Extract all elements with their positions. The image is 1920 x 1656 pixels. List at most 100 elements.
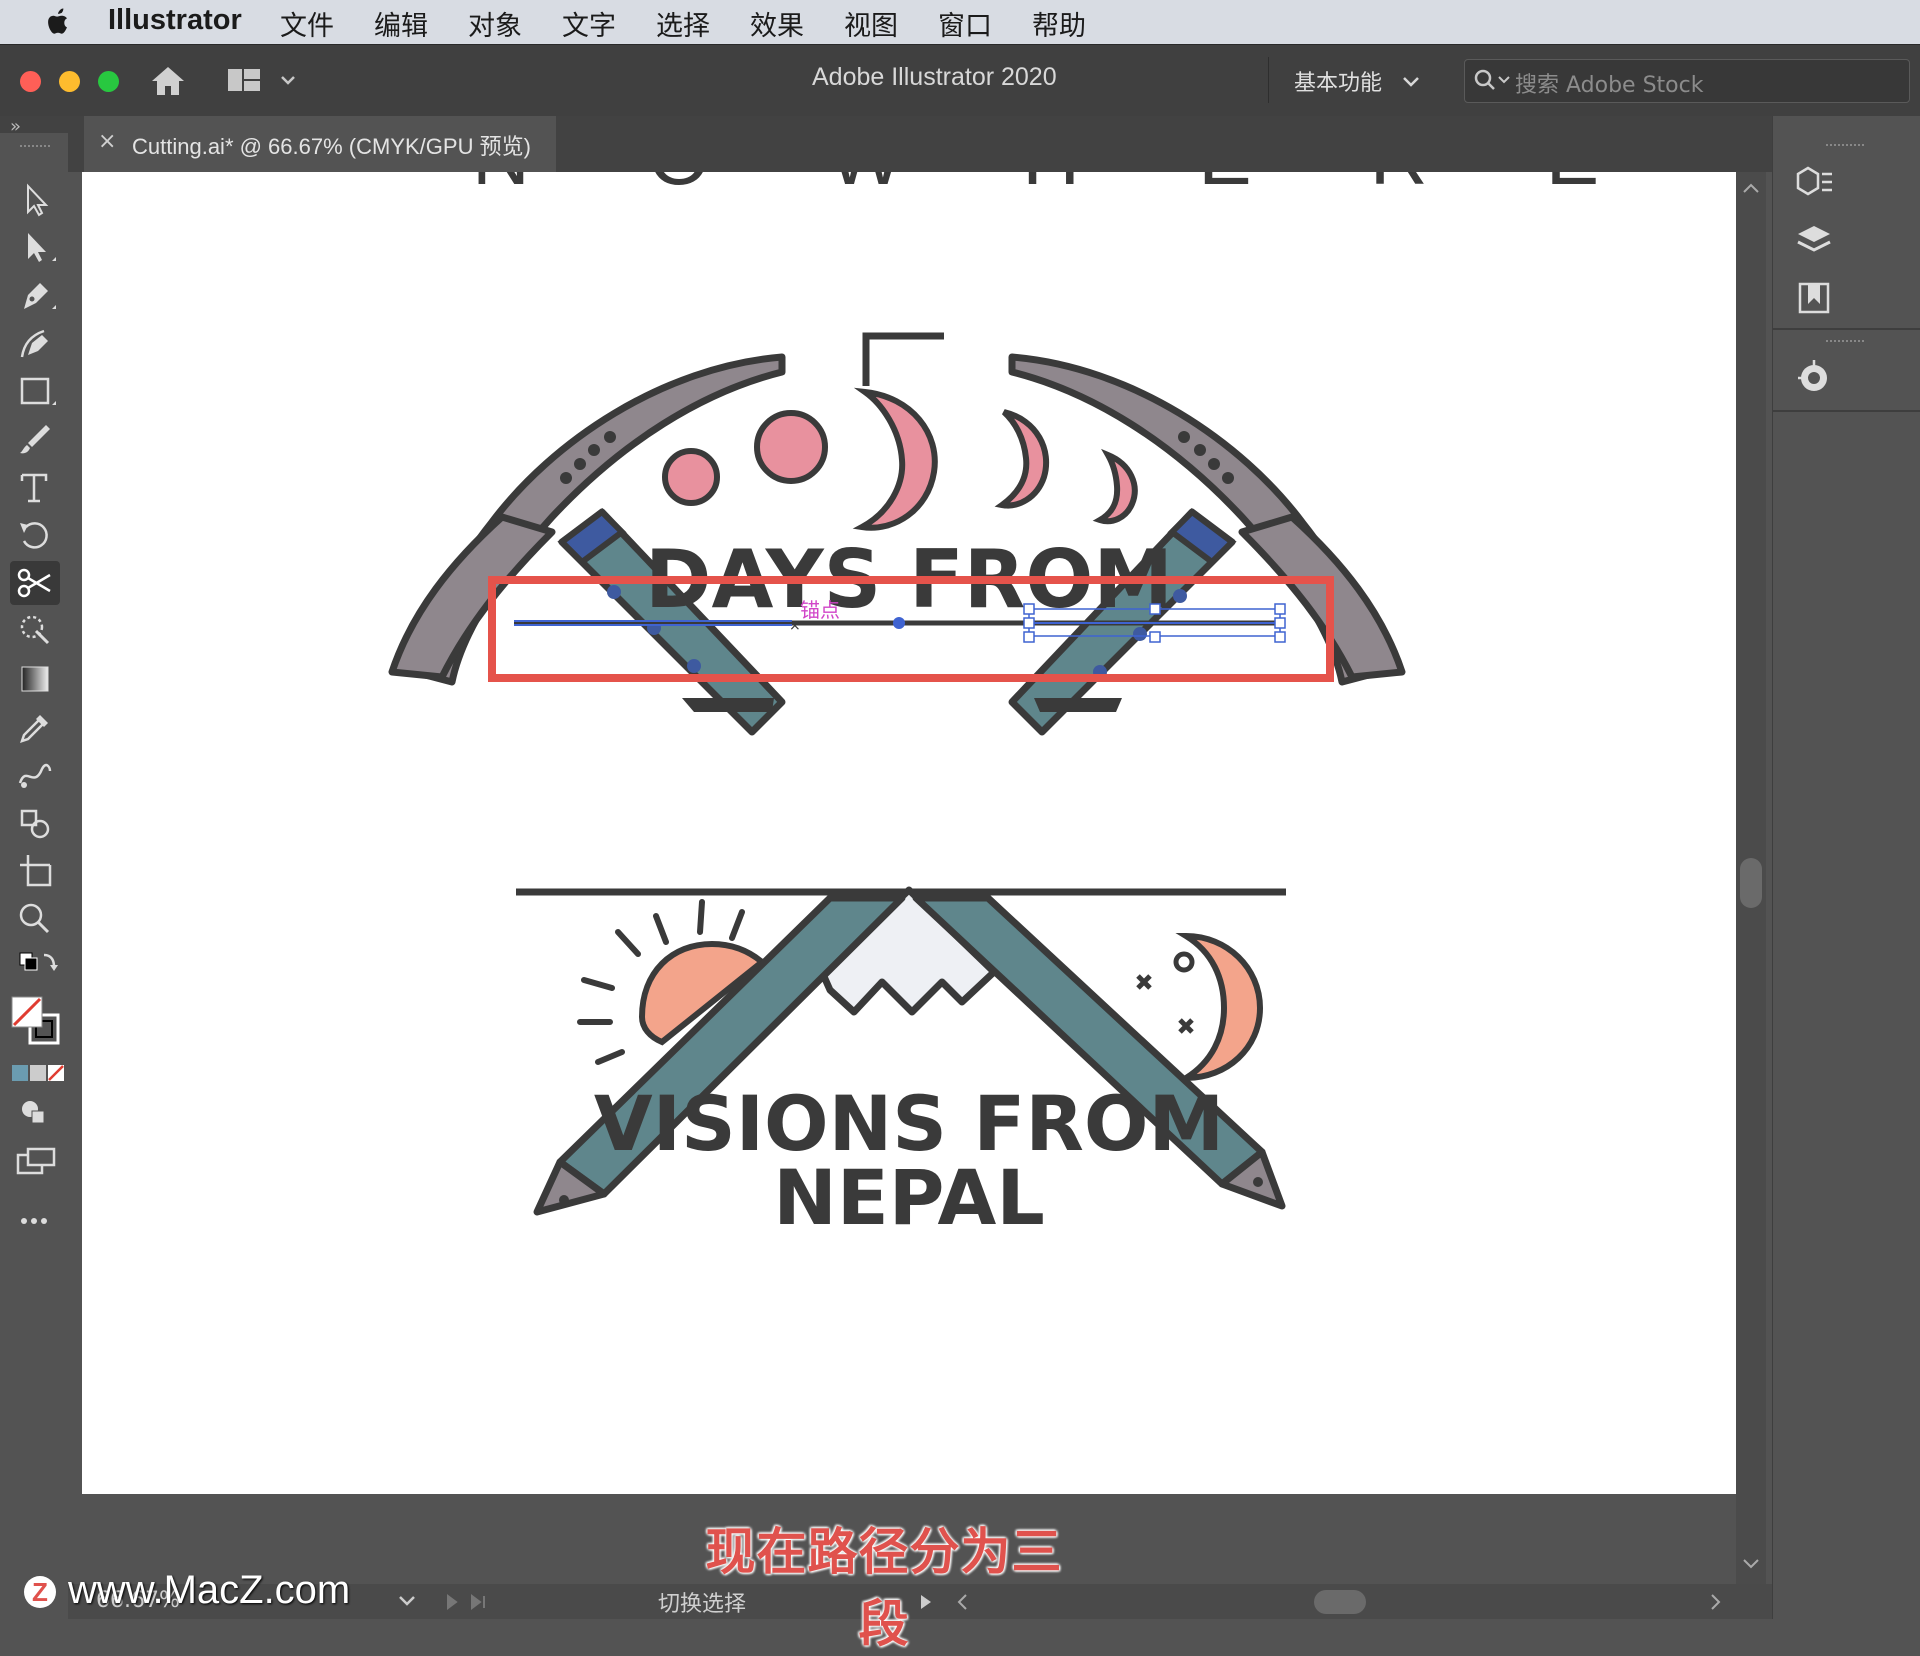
panel-divider: [1772, 328, 1920, 330]
menu-object[interactable]: 对象: [468, 4, 522, 43]
menu-window[interactable]: 窗口: [938, 4, 992, 43]
app-menu[interactable]: Illustrator: [108, 4, 242, 37]
zoom-tool[interactable]: [10, 897, 60, 941]
scissors-icon: [17, 568, 51, 598]
color-guide-panel-icon[interactable]: [1790, 354, 1840, 400]
default-fill-stroke[interactable]: [10, 945, 60, 989]
workspace-switcher[interactable]: 基本功能: [1294, 65, 1382, 97]
apple-icon[interactable]: [38, 4, 78, 40]
menu-view[interactable]: 视图: [844, 4, 898, 43]
draw-mode[interactable]: [10, 1091, 60, 1135]
screen-mode-icon: [16, 1147, 56, 1175]
nepal-text: NEPAL: [773, 1153, 1045, 1242]
selection-arrow-icon: [27, 183, 49, 217]
search-icon: [1474, 69, 1510, 90]
menu-help[interactable]: 帮助: [1032, 4, 1086, 43]
screen-mode[interactable]: [10, 1139, 60, 1183]
color-mode-buttons[interactable]: [12, 1063, 68, 1083]
watermark-text: www.MacZ.com: [68, 1568, 351, 1612]
direct-selection-tool[interactable]: [10, 225, 60, 269]
pen-icon: [24, 283, 56, 309]
scroll-right-icon[interactable]: [1708, 1592, 1724, 1612]
minimize-window-button[interactable]: [59, 71, 80, 92]
eyedropper-icon: [20, 715, 48, 743]
zoom-window-button[interactable]: [98, 71, 119, 92]
scroll-left-icon[interactable]: [954, 1592, 970, 1612]
document-tab[interactable]: × Cutting.ai* @ 66.67% (CMYK/GPU 预览): [84, 116, 556, 172]
chevron-down-icon[interactable]: [1402, 75, 1420, 89]
artboard-navigation-icon[interactable]: [444, 1592, 504, 1612]
warp-icon: [20, 615, 50, 645]
scissors-tool[interactable]: [10, 561, 60, 605]
eyedropper-tool[interactable]: [10, 705, 60, 749]
shape-builder-tool[interactable]: [10, 801, 60, 845]
curvature-icon: [20, 329, 48, 358]
selection-tool[interactable]: [10, 178, 60, 222]
more-icon: [21, 1218, 47, 1224]
type-tool[interactable]: [10, 465, 60, 509]
libraries-panel-icon[interactable]: [1790, 274, 1840, 320]
watermark: Zwww.MacZ.com: [24, 1568, 350, 1613]
menu-effect[interactable]: 效果: [750, 4, 804, 43]
search-placeholder: 搜索 Adobe Stock: [1515, 73, 1704, 98]
edit-toolbar[interactable]: [10, 1199, 60, 1243]
chevron-down-icon[interactable]: [398, 1594, 416, 1608]
scroll-up-icon[interactable]: [1742, 182, 1760, 194]
tools-panel: [0, 133, 68, 1573]
home-icon[interactable]: [148, 63, 188, 99]
gradient-icon: [21, 666, 49, 692]
zoom-icon: [19, 903, 50, 934]
scroll-down-icon[interactable]: [1742, 1558, 1760, 1570]
panel-divider: [1772, 410, 1920, 412]
brush-icon: [20, 425, 50, 454]
color-gradient-none-icon: [12, 1065, 64, 1081]
panel-grip[interactable]: [1826, 340, 1864, 346]
curvature-tool[interactable]: [10, 321, 60, 365]
horizontal-scroll-thumb[interactable]: [1314, 1590, 1366, 1614]
fill-stroke-swatches[interactable]: [10, 993, 66, 1053]
status-mode[interactable]: 切换选择: [658, 1586, 746, 1618]
artboard-tool[interactable]: [10, 849, 60, 893]
cut-marker: ×: [789, 618, 801, 634]
menu-select[interactable]: 选择: [656, 4, 710, 43]
fill-none-icon: [11, 996, 60, 1045]
menu-edit[interactable]: 编辑: [374, 4, 428, 43]
close-tab-icon[interactable]: ×: [98, 129, 116, 154]
arrange-documents-icon[interactable]: [226, 65, 296, 95]
warp-tool[interactable]: [10, 609, 60, 653]
close-window-button[interactable]: [20, 71, 41, 92]
pen-tool[interactable]: [10, 273, 60, 317]
nowhere-text: N O W H E R E: [472, 172, 1647, 201]
rotate-icon: [20, 522, 48, 549]
artboard-icon: [20, 855, 52, 887]
artboard-canvas[interactable]: N O W H E R E: [82, 172, 1736, 1494]
menu-file[interactable]: 文件: [280, 4, 334, 43]
rectangle-icon: [20, 377, 56, 405]
video-caption: 现在路径分为三段: [705, 1523, 1063, 1653]
z-logo-icon: Z: [24, 1576, 56, 1609]
anchor-point[interactable]: [893, 617, 905, 629]
gradient-tool[interactable]: [10, 657, 60, 701]
window-title: Adobe Illustrator 2020: [812, 63, 1057, 91]
menu-type[interactable]: 文字: [562, 4, 616, 43]
stock-search-field[interactable]: 搜索 Adobe Stock: [1464, 59, 1910, 103]
blend-tool[interactable]: [10, 753, 60, 797]
blend-icon: [18, 763, 52, 788]
panel-grip[interactable]: [1826, 144, 1864, 150]
anchor-tooltip: 锚点: [800, 598, 840, 622]
properties-panel-icon[interactable]: [1790, 160, 1840, 206]
play-icon[interactable]: [916, 1592, 936, 1612]
panel-grip[interactable]: [20, 145, 50, 151]
draw-mode-icon: [22, 1101, 45, 1124]
scroll-thumb[interactable]: [1740, 858, 1762, 908]
paintbrush-tool[interactable]: [10, 417, 60, 461]
shape-builder-icon: [20, 809, 50, 839]
vertical-scrollbar[interactable]: [1736, 172, 1766, 1592]
divider: [1268, 57, 1269, 103]
layers-panel-icon[interactable]: [1790, 218, 1840, 264]
rotate-tool[interactable]: [10, 513, 60, 557]
rectangle-tool[interactable]: [10, 369, 60, 413]
direct-selection-icon: [28, 233, 56, 262]
document-tab-label: Cutting.ai* @ 66.67% (CMYK/GPU 预览): [132, 134, 531, 159]
menubar: Illustrator 文件 编辑 对象 文字 选择 效果 视图 窗口 帮助: [0, 0, 1920, 44]
